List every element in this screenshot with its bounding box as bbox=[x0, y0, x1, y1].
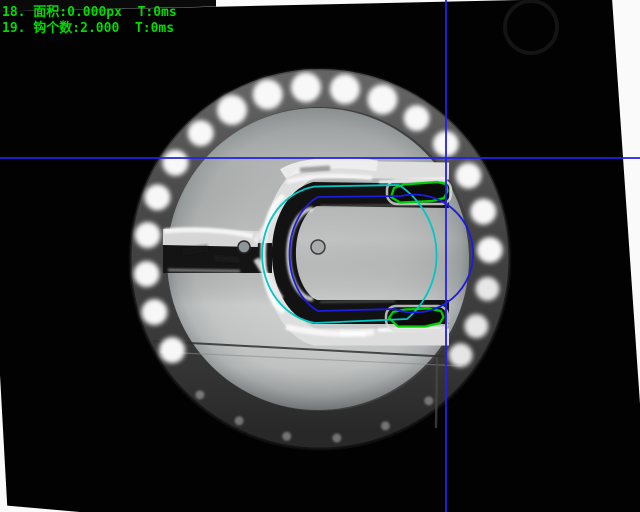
camera-image[interactable] bbox=[0, 0, 640, 512]
led-dot bbox=[162, 150, 188, 176]
fork-boss bbox=[238, 241, 250, 253]
stem-bright bbox=[163, 237, 258, 239]
led-dot bbox=[455, 163, 481, 189]
led-dot bbox=[470, 199, 496, 225]
led-dot bbox=[141, 299, 167, 325]
led-dot bbox=[477, 237, 503, 263]
rim-glint-dot bbox=[381, 421, 390, 430]
led-dot bbox=[217, 95, 247, 125]
eye-boss bbox=[311, 240, 325, 254]
measurement-result-line-2: 19. 钩个数:2.000 T:0ms bbox=[2, 17, 174, 36]
camera-viewport[interactable]: 18. 面积:0.000px T:0ms 19. 钩个数:2.000 T:0ms bbox=[0, 0, 640, 512]
led-dot bbox=[144, 184, 170, 210]
rim-glint-dot bbox=[424, 396, 433, 405]
led-dot bbox=[330, 74, 360, 104]
led-dot bbox=[134, 261, 160, 287]
rim-glint-dot bbox=[235, 416, 244, 425]
rim-glint-dot bbox=[282, 432, 291, 441]
led-dot bbox=[291, 72, 321, 102]
led-dot bbox=[449, 343, 473, 367]
led-dot bbox=[404, 105, 430, 131]
led-dot bbox=[475, 277, 499, 301]
led-dot bbox=[464, 314, 488, 338]
led-dot bbox=[188, 120, 214, 146]
led-dot bbox=[367, 85, 397, 115]
led-dot bbox=[253, 80, 283, 110]
led-dot bbox=[159, 337, 185, 363]
part-pin-line bbox=[436, 357, 437, 428]
led-dot bbox=[135, 222, 161, 248]
rim-glint-dot bbox=[195, 390, 204, 399]
rim-glint-dot bbox=[332, 434, 341, 443]
